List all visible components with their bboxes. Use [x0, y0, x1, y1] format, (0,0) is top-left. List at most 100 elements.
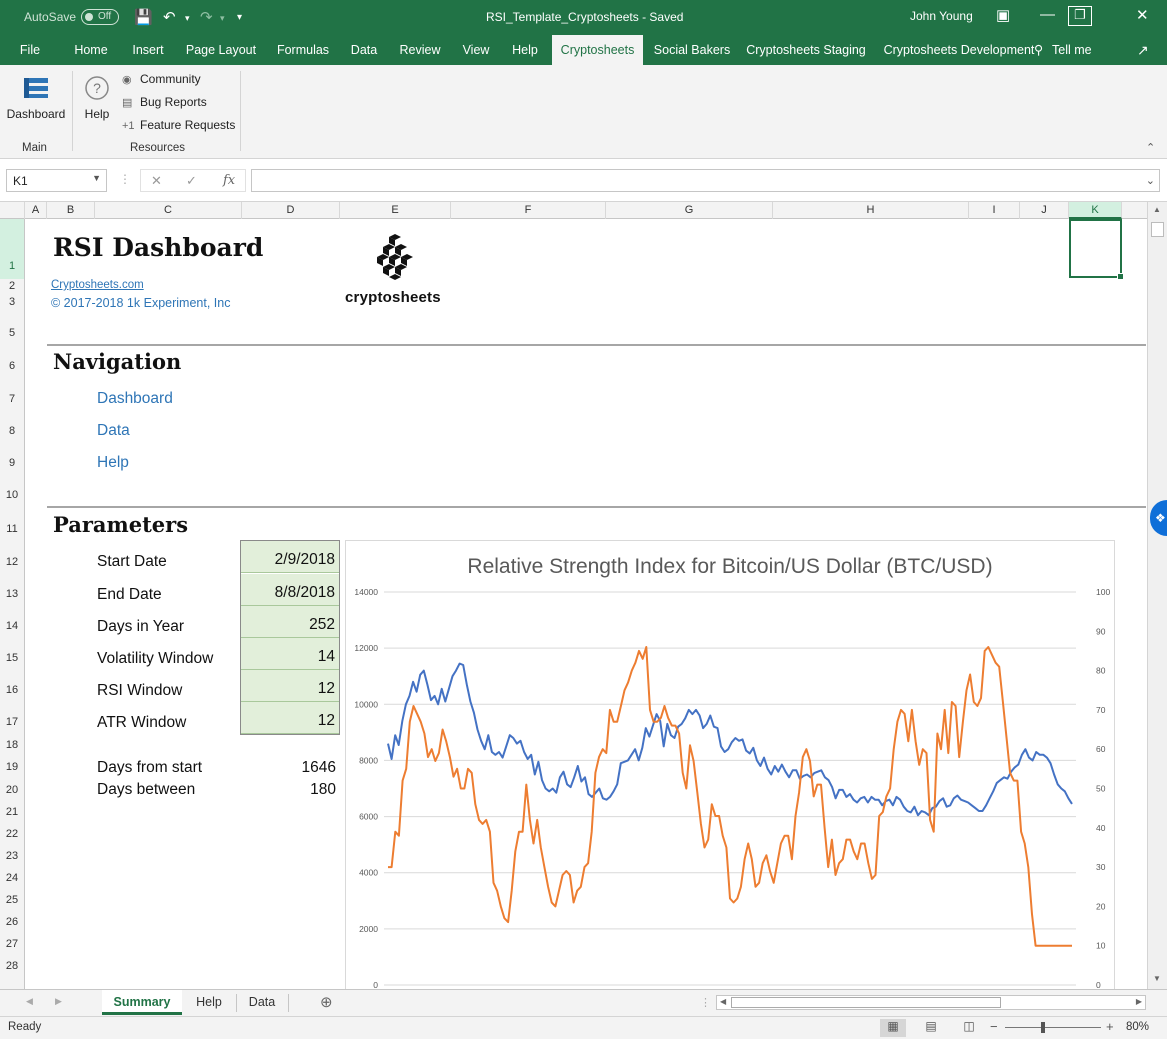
tab-help[interactable]: Help [504, 35, 546, 65]
column-header-b[interactable]: B [47, 202, 95, 219]
row-header[interactable]: 22 [0, 822, 24, 844]
row-header[interactable]: 17 [0, 701, 24, 733]
tab-view[interactable]: View [456, 35, 496, 65]
row-header[interactable]: 2 [0, 279, 24, 295]
undo-icon[interactable]: ↶ [163, 8, 176, 26]
undo-dropdown-icon[interactable]: ▾ [185, 13, 190, 24]
community-button[interactable]: ◉ Community [122, 72, 201, 86]
page-layout-view-icon[interactable]: ▤ [918, 1019, 944, 1037]
column-header-f[interactable]: F [451, 202, 606, 219]
row-header[interactable]: 12 [0, 540, 24, 573]
dashboard-button[interactable]: Dashboard [4, 73, 68, 135]
add-sheet-icon[interactable]: ⊕ [320, 993, 333, 1011]
user-name[interactable]: John Young [910, 9, 973, 23]
cryptosheets-link[interactable]: Cryptosheets.com [51, 279, 144, 291]
feature-requests-button[interactable]: +1 Feature Requests [122, 118, 235, 132]
normal-view-icon[interactable]: ▦ [880, 1019, 906, 1037]
zoom-in-icon[interactable]: + [1106, 1019, 1114, 1034]
prev-sheet-icon[interactable]: ◀ [26, 996, 33, 1007]
next-sheet-icon[interactable]: ▶ [55, 996, 62, 1007]
bug-reports-button[interactable]: ▤ Bug Reports [122, 95, 207, 109]
worksheet-grid[interactable]: RSI Dashboard Cryptosheets.com © 2017-20… [25, 219, 1146, 989]
row-header[interactable]: 7 [0, 377, 24, 410]
row-header[interactable]: 6 [0, 344, 24, 377]
scroll-left-icon[interactable]: ◀ [720, 997, 726, 1006]
tab-home[interactable]: Home [66, 35, 116, 65]
zoom-slider[interactable] [1005, 1027, 1101, 1028]
column-header-g[interactable]: G [606, 202, 773, 219]
row-header[interactable]: 9 [0, 442, 24, 474]
enter-icon[interactable]: ✓ [186, 173, 197, 189]
row-header[interactable]: 13 [0, 573, 24, 605]
autosave-toggle[interactable]: Off [81, 9, 119, 25]
column-header-c[interactable]: C [95, 202, 242, 219]
select-all-corner[interactable] [0, 202, 25, 219]
column-header-i[interactable]: I [969, 202, 1020, 219]
page-break-view-icon[interactable]: ◫ [956, 1019, 982, 1037]
minimize-icon[interactable]: — [1040, 6, 1055, 23]
row-header[interactable]: 11 [0, 506, 24, 540]
tab-cryptosheets-staging[interactable]: Cryptosheets Staging [744, 35, 868, 65]
vertical-scrollbar[interactable]: ▲ ▼ [1147, 202, 1167, 989]
zoom-out-icon[interactable]: − [990, 1019, 998, 1034]
redo-icon[interactable]: ↷ [200, 8, 213, 26]
sheet-tab-help[interactable]: Help [184, 990, 234, 1015]
column-header-h[interactable]: H [773, 202, 969, 219]
tab-formulas[interactable]: Formulas [270, 35, 336, 65]
zoom-level[interactable]: 80% [1126, 1021, 1149, 1033]
tab-page-layout[interactable]: Page Layout [180, 35, 262, 65]
collapse-ribbon-icon[interactable]: ⌃ [1146, 141, 1155, 154]
row-header[interactable]: 15 [0, 637, 24, 669]
sheet-tab-data[interactable]: Data [238, 990, 286, 1015]
scroll-up-icon[interactable]: ▲ [1153, 205, 1161, 214]
row-header[interactable]: 26 [0, 910, 24, 932]
row-header[interactable]: 20 [0, 778, 24, 800]
tab-cryptosheets-development[interactable]: Cryptosheets Development [880, 35, 1038, 65]
row-header[interactable]: 28 [0, 954, 24, 976]
column-header-a[interactable]: A [25, 202, 47, 219]
formula-input[interactable]: ⌄ [251, 169, 1160, 192]
column-header-k[interactable]: K [1069, 202, 1122, 219]
row-header[interactable]: 19 [0, 755, 24, 778]
tab-social-bakers[interactable]: Social Bakers [650, 35, 734, 65]
share-icon[interactable]: ↗ [1137, 42, 1149, 59]
tell-me-search[interactable]: ⚲ Tell me [1034, 35, 1092, 65]
scroll-down-icon[interactable]: ▼ [1153, 974, 1161, 983]
close-icon[interactable]: ✕ [1136, 6, 1149, 24]
column-header-e[interactable]: E [340, 202, 451, 219]
save-icon[interactable]: 💾 [134, 8, 153, 26]
name-box[interactable]: K1 ▼ [6, 169, 107, 192]
row-header[interactable]: 10 [0, 474, 24, 506]
selected-cell-k1[interactable] [1069, 219, 1124, 280]
scroll-right-icon[interactable]: ▶ [1136, 997, 1142, 1006]
row-header[interactable]: 25 [0, 888, 24, 910]
zoom-slider-thumb[interactable] [1041, 1022, 1045, 1033]
nav-link-dashboard[interactable]: Dashboard [97, 390, 173, 408]
column-header-j[interactable]: J [1020, 202, 1069, 219]
row-header[interactable]: 5 [0, 311, 24, 344]
tab-file[interactable]: File [10, 35, 50, 65]
tab-cryptosheets[interactable]: Cryptosheets [552, 35, 643, 65]
row-header[interactable]: 27 [0, 932, 24, 954]
horizontal-scroll-thumb[interactable] [731, 997, 1001, 1008]
tab-review[interactable]: Review [392, 35, 448, 65]
row-header[interactable]: 3 [0, 295, 24, 311]
sheet-tab-summary[interactable]: Summary [102, 990, 182, 1015]
help-button[interactable]: ? Help [78, 73, 116, 135]
row-header[interactable]: 8 [0, 410, 24, 442]
row-header[interactable]: 24 [0, 866, 24, 888]
nav-link-data[interactable]: Data [97, 422, 130, 440]
row-header[interactable]: 1 [0, 219, 24, 279]
insert-function-icon[interactable]: fx [223, 173, 235, 188]
column-header-d[interactable]: D [242, 202, 340, 219]
row-header[interactable]: 16 [0, 669, 24, 701]
row-header[interactable]: 23 [0, 844, 24, 866]
restore-icon[interactable]: ❐ [1068, 6, 1092, 26]
nav-link-help[interactable]: Help [97, 454, 129, 472]
cancel-icon[interactable]: ✕ [151, 173, 162, 189]
expand-formula-icon[interactable]: ⌄ [1146, 174, 1155, 187]
rsi-chart[interactable]: 0 2000 4000 6000 8000 10000 12000 14000 0 10 20 30… [345, 540, 1115, 989]
ribbon-display-icon[interactable]: ▣ [996, 6, 1010, 24]
tab-data[interactable]: Data [344, 35, 384, 65]
customize-toolbar-icon[interactable]: ▾ [237, 12, 242, 23]
